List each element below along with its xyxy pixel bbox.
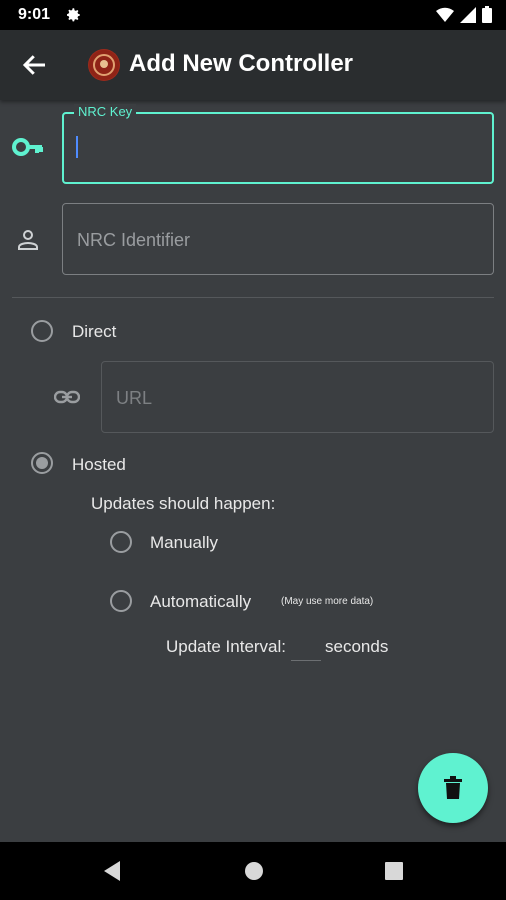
trash-icon — [444, 776, 462, 799]
direct-label: Direct — [72, 322, 117, 341]
text-cursor — [76, 136, 78, 158]
nrc-identifier-field[interactable]: NRC Identifier — [62, 203, 494, 275]
app-logo-graphic — [89, 50, 119, 80]
manually-label: Manually — [150, 533, 219, 552]
app-bar: Add New Controller — [0, 30, 506, 100]
nrc-key-field[interactable]: NRC Key — [62, 104, 494, 184]
status-time: 9:01 — [18, 6, 51, 23]
automatically-label: Automatically — [150, 592, 252, 611]
person-icon — [18, 230, 38, 250]
update-interval-label: Update Interval: — [166, 637, 287, 656]
nrc-identifier-placeholder: NRC Identifier — [77, 230, 191, 250]
nav-recents-icon[interactable] — [382, 859, 406, 883]
url-placeholder: URL — [116, 388, 153, 408]
system-icons — [436, 6, 492, 23]
nrc-key-label: NRC Key — [74, 104, 137, 119]
navigation-bar — [0, 842, 506, 900]
url-field[interactable]: URL — [101, 361, 494, 433]
delete-button[interactable] — [418, 753, 488, 823]
signal-icon — [460, 6, 476, 23]
app-logo — [88, 49, 120, 81]
hosted-label: Hosted — [72, 455, 126, 474]
data-usage-note: (May use more data) — [281, 596, 374, 607]
key-icon — [12, 138, 43, 156]
updates-heading: Updates should happen: — [91, 494, 276, 513]
settings-gear-icon — [67, 8, 80, 22]
manually-radio[interactable] — [110, 531, 132, 553]
update-interval-unit: seconds — [325, 637, 389, 656]
nav-back-icon[interactable] — [100, 859, 124, 883]
status-bar: 9:01 — [0, 0, 506, 30]
direct-radio[interactable] — [31, 320, 53, 342]
page-title: Add New Controller — [129, 50, 354, 77]
automatically-radio[interactable] — [110, 590, 132, 612]
battery-icon — [482, 6, 492, 23]
nav-home-icon[interactable] — [242, 859, 266, 883]
back-arrow-icon[interactable] — [20, 50, 50, 80]
divider — [12, 297, 494, 298]
update-interval-input[interactable] — [291, 640, 321, 661]
wifi-icon — [436, 7, 454, 22]
hosted-radio[interactable] — [31, 452, 53, 474]
link-icon — [54, 390, 80, 404]
